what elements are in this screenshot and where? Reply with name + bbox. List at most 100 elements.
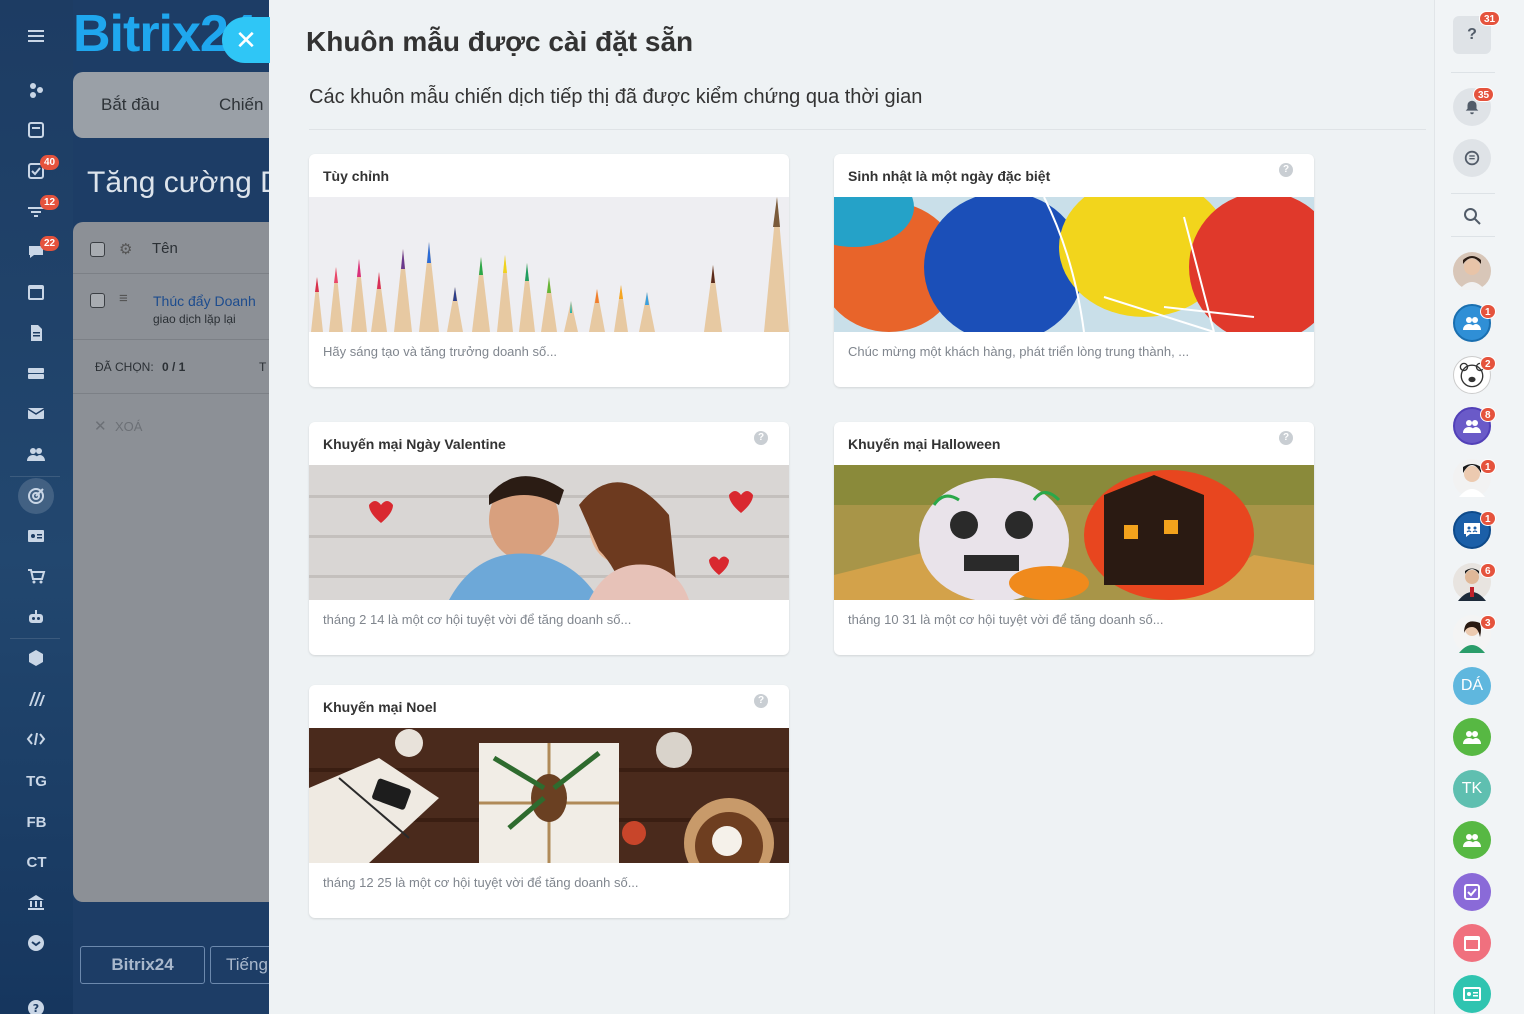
card-title: Khuyến mại Halloween [848, 436, 1001, 452]
chat-badge: 22 [40, 236, 60, 251]
messages-list-icon[interactable] [1453, 139, 1491, 177]
template-card-halloween[interactable]: Khuyến mại Halloween ? tháng 10 31 là mộ… [834, 422, 1314, 655]
settings-gear-icon[interactable]: ⚙ [119, 240, 132, 258]
code-icon[interactable] [18, 721, 54, 757]
rail-separator [1451, 236, 1495, 237]
background-tabs: Bắt đầu Chiến [73, 72, 269, 138]
slider-title: Khuôn mẫu được cài đặt sẵn [306, 26, 694, 57]
contact-initials-tk[interactable]: TK [1453, 770, 1491, 808]
card-image-christmas-gifts[interactable] [309, 728, 789, 863]
feed-icon[interactable] [18, 72, 54, 108]
avatar[interactable] [1453, 252, 1491, 290]
templates-slider: Khuôn mẫu được cài đặt sẵn Các khuôn mẫu… [269, 0, 1434, 1014]
notifications-badge: 35 [1473, 87, 1495, 102]
bank-icon[interactable] [18, 884, 54, 920]
robot-icon[interactable] [18, 599, 54, 635]
tasks-icon[interactable] [18, 112, 54, 148]
row-menu-icon[interactable]: ≡ [119, 290, 128, 307]
template-card-custom[interactable]: Tùy chỉnh Hãy sáng tạo và tăng trưởng do… [309, 154, 789, 387]
right-rail: ? 31 35 1 2 8 1 1 6 3 DÁ TK [1434, 0, 1524, 1014]
calendar-icon[interactable] [18, 274, 54, 310]
cart-icon[interactable] [18, 558, 54, 594]
more-icon[interactable] [18, 925, 54, 961]
nav-item-ct[interactable]: CT [0, 854, 73, 871]
menu-icon[interactable] [18, 18, 54, 54]
delete-button[interactable]: XOÁ [115, 419, 142, 434]
template-card-christmas[interactable]: Khuyến mại Noel ? tháng 12 25 là một cơ … [309, 685, 789, 918]
card-title: Tùy chỉnh [323, 168, 390, 184]
slider-subtitle: Các khuôn mẫu chiến dịch tiếp thị đã đượ… [309, 86, 923, 108]
task-checkbox-icon[interactable] [1453, 873, 1491, 911]
nav-item-fb[interactable]: FB [0, 814, 73, 831]
card-image-balloons[interactable] [834, 197, 1314, 332]
template-card-birthday[interactable]: Sinh nhật là một ngày đặc biệt ? Chúc mừ… [834, 154, 1314, 387]
background-list-panel: ⚙ Tên ≡ Thúc đẩy Doanh giao dịch lặp lại… [73, 222, 269, 902]
left-navigation: 40 12 22 TG FB CT ? [0, 0, 73, 1014]
nav-separator [10, 638, 60, 639]
box-icon[interactable] [18, 640, 54, 676]
row-checkbox[interactable] [90, 293, 105, 308]
card-image-couple-hearts[interactable] [309, 465, 789, 600]
card-description: tháng 2 14 là một cơ hội tuyệt vời để tă… [323, 612, 632, 627]
help-badge: 31 [1479, 11, 1501, 26]
card-title: Sinh nhật là một ngày đặc biệt [848, 168, 1051, 184]
contact-card-icon[interactable] [1453, 975, 1491, 1013]
bitrix24-footer-button[interactable]: Bitrix24 [80, 946, 205, 984]
nav-separator [10, 476, 60, 477]
contact-card-icon[interactable] [18, 518, 54, 554]
sites-icon[interactable] [18, 681, 54, 717]
card-title: Khuyến mại Ngày Valentine [323, 436, 506, 452]
select-all-checkbox[interactable] [90, 242, 105, 257]
card-title: Khuyến mại Noel [323, 699, 437, 715]
chat-badge: 3 [1480, 615, 1496, 630]
total-label: T [259, 360, 267, 374]
svg-text:?: ? [33, 1002, 39, 1014]
help-icon[interactable]: ? [1279, 163, 1293, 177]
divider [309, 129, 1426, 130]
document-icon[interactable] [18, 315, 54, 351]
help-icon[interactable]: ? [754, 431, 768, 445]
help-icon[interactable]: ? [1279, 431, 1293, 445]
contact-initials-da[interactable]: DÁ [1453, 667, 1491, 705]
chat-badge: 1 [1480, 304, 1496, 319]
tasks-badge: 40 [40, 155, 60, 170]
template-card-valentine[interactable]: Khuyến mại Ngày Valentine ? tháng 2 14 l… [309, 422, 789, 655]
chat-badge: 2 [1480, 356, 1496, 371]
list-header: ⚙ Tên [73, 222, 269, 274]
card-description: tháng 12 25 là một cơ hội tuyệt vời để t… [323, 875, 639, 890]
chat-badge: 8 [1480, 407, 1496, 422]
calendar-icon[interactable] [1453, 924, 1491, 962]
language-button[interactable]: Tiếng [210, 946, 269, 984]
chat-badge: 6 [1480, 563, 1496, 578]
nav-item-tg[interactable]: TG [0, 773, 73, 790]
card-description: Chúc mừng một khách hàng, phát triển lòn… [848, 344, 1190, 359]
selected-count: 0 / 1 [162, 360, 186, 374]
card-image-painted-pumpkins[interactable] [834, 465, 1314, 600]
card-image-colored-pencils[interactable] [309, 197, 789, 332]
selected-label: ĐÃ CHỌN: [95, 360, 154, 374]
contacts-icon[interactable] [18, 436, 54, 472]
card-description: Hãy sáng tạo và tăng trưởng doanh số... [323, 344, 558, 359]
group-chat-icon[interactable] [1453, 718, 1491, 756]
storage-icon[interactable] [18, 355, 54, 391]
tab-campaigns[interactable]: Chiến [219, 95, 263, 115]
row-subtitle: giao dịch lặp lại [153, 312, 236, 326]
column-name-header[interactable]: Tên [152, 240, 178, 257]
rail-separator [1451, 72, 1495, 73]
rail-separator [1451, 193, 1495, 194]
marketing-icon[interactable] [18, 478, 54, 514]
card-description: tháng 10 31 là một cơ hội tuyệt vời để t… [848, 612, 1164, 627]
group-chat-icon[interactable] [1453, 821, 1491, 859]
row-title-link[interactable]: Thúc đẩy Doanh [153, 293, 256, 309]
help-icon[interactable]: ? [754, 694, 768, 708]
chat-badge: 1 [1480, 511, 1496, 526]
mail-icon[interactable] [18, 395, 54, 431]
table-row[interactable]: ≡ Thúc đẩy Doanh giao dịch lặp lại [73, 274, 269, 340]
search-icon[interactable] [1453, 197, 1491, 235]
background-page-title: Tăng cường Do [87, 166, 269, 199]
close-slider-button[interactable]: ✕ [222, 17, 270, 63]
tab-start[interactable]: Bắt đầu [101, 95, 160, 115]
close-icon: ✕ [235, 24, 257, 55]
delete-x-icon[interactable]: ✕ [94, 417, 107, 435]
help-icon[interactable]: ? [18, 990, 54, 1014]
